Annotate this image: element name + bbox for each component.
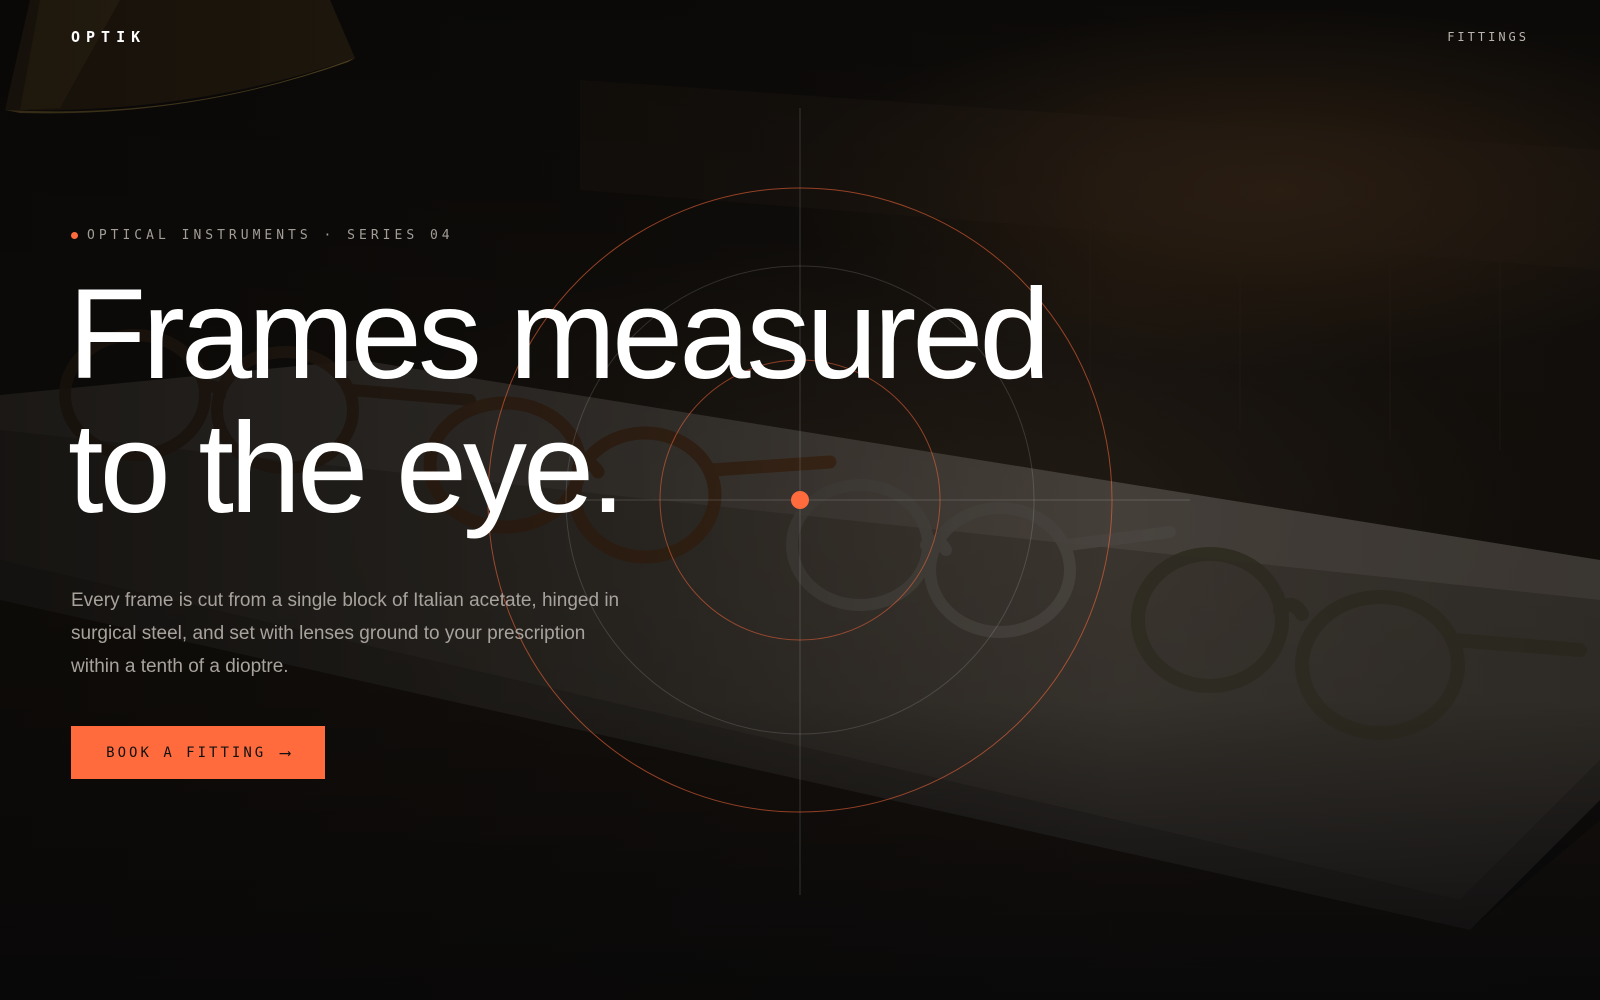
brand-logo[interactable]: OPTIK: [71, 28, 146, 46]
headline-line-2: to the eye.: [68, 397, 626, 540]
headline-line-1: Frames measured: [68, 263, 1051, 406]
hero-headline: Frames measured to the eye.: [68, 268, 1068, 536]
eyebrow-text: OPTICAL INSTRUMENTS · SERIES 04: [87, 228, 454, 243]
book-fitting-button[interactable]: BOOK A FITTING ⟶: [71, 726, 325, 779]
hero-description: Every frame is cut from a single block o…: [71, 590, 620, 677]
hero-eyebrow: OPTICAL INSTRUMENTS · SERIES 04: [71, 228, 454, 243]
book-fitting-label: BOOK A FITTING: [106, 744, 267, 761]
long-right-arrow-icon: ⟶: [280, 743, 290, 762]
accent-dot-icon: [71, 232, 78, 239]
nav-link-fittings[interactable]: FITTINGS: [1447, 30, 1529, 44]
